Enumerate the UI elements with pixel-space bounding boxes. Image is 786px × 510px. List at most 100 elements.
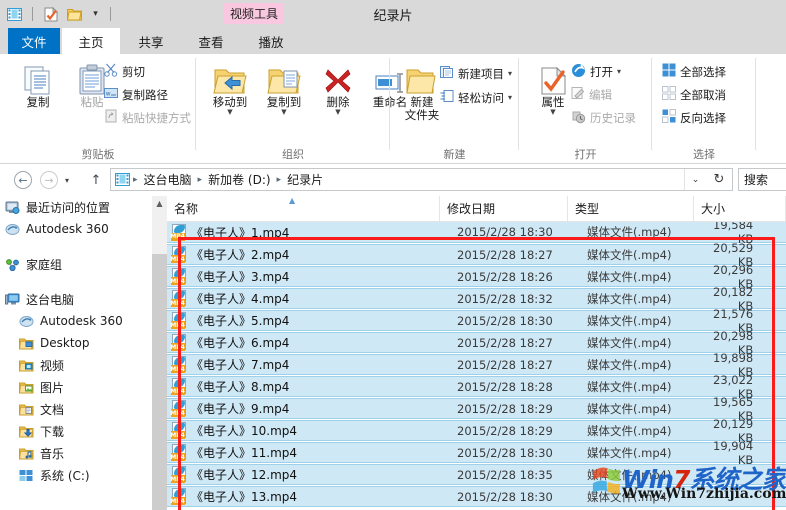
up-button[interactable]: ↑ xyxy=(87,170,105,190)
search-input[interactable]: 搜索 xyxy=(738,168,786,191)
copy-to-button[interactable]: 复制到 ▼ xyxy=(258,62,310,116)
copy-path-button[interactable]: w 复制路径 xyxy=(104,85,168,104)
file-name: 《电子人》1.mp4 xyxy=(191,225,290,240)
edit-button[interactable]: 编辑 xyxy=(571,85,612,104)
breadcrumb[interactable]: ▸ 这台电脑 ▸ 新加卷 (D:) ▸ 纪录片 ⌄ ↻ xyxy=(110,168,733,191)
new-folder-icon[interactable] xyxy=(65,5,84,24)
history-button[interactable]: 历史记录 xyxy=(571,108,636,127)
nav-item-autodesk-360-child[interactable]: Autodesk 360 xyxy=(0,310,152,332)
nav-item-this-pc[interactable]: 这台电脑 xyxy=(0,288,152,310)
video-folder-icon[interactable] xyxy=(5,5,24,24)
properties-caret[interactable]: ▼ xyxy=(550,109,555,116)
chevron-down-icon[interactable]: ⌄ xyxy=(684,169,706,190)
nav-item-autodesk-360[interactable]: Autodesk 360 xyxy=(0,218,152,240)
select-none-button[interactable]: 全部取消 xyxy=(662,85,726,104)
forward-button[interactable]: → xyxy=(40,171,58,189)
title-bar: ▾ 视频工具 纪录片 xyxy=(0,0,786,28)
tab-home[interactable]: 主页 xyxy=(62,28,120,54)
table-row[interactable]: MP4 《电子人》10.mp4 2015/2/28 18:29 媒体文件(.mp… xyxy=(167,417,786,445)
nav-item-recent-places[interactable]: 最近访问的位置 xyxy=(0,196,152,218)
file-type: 媒体文件(.mp4) xyxy=(587,445,672,460)
delete-button[interactable]: 删除 ▼ xyxy=(312,62,364,116)
back-button[interactable]: ← xyxy=(14,171,32,189)
new-item-caret[interactable]: ▾ xyxy=(508,69,512,78)
breadcrumb-item-drive-d[interactable]: 新加卷 (D:) xyxy=(205,171,273,188)
copy-to-caret[interactable]: ▼ xyxy=(281,109,286,116)
breadcrumb-separator-0[interactable]: ▸ xyxy=(132,175,139,185)
column-header-name[interactable]: ▲ 名称 xyxy=(167,196,440,221)
tab-share[interactable]: 共享 xyxy=(122,28,180,54)
delete-caret[interactable]: ▼ xyxy=(335,109,340,116)
column-header-type[interactable]: 类型 xyxy=(568,196,694,221)
table-row[interactable]: MP4 《电子人》7.mp4 2015/2/28 18:27 媒体文件(.mp4… xyxy=(167,351,786,379)
tab-file[interactable]: 文件 xyxy=(8,28,60,54)
nav-item-system-drive[interactable]: 系统 (C:) xyxy=(0,464,152,486)
select-all-button[interactable]: 全部选择 xyxy=(662,62,726,81)
breadcrumb-item-this-pc[interactable]: 这台电脑 xyxy=(141,171,195,188)
column-header-size[interactable]: 大小 xyxy=(694,196,786,221)
copy-path-icon: w xyxy=(104,86,118,103)
table-row[interactable]: MP4 《电子人》3.mp4 2015/2/28 18:26 媒体文件(.mp4… xyxy=(167,263,786,291)
cut-button[interactable]: 剪切 xyxy=(104,62,145,81)
mp4-file-icon: MP4 xyxy=(167,223,191,241)
paste-shortcut-button[interactable]: 粘贴快捷方式 xyxy=(104,108,191,127)
table-row[interactable]: MP4 《电子人》4.mp4 2015/2/28 18:32 媒体文件(.mp4… xyxy=(167,285,786,313)
nav-label: 下载 xyxy=(40,424,65,439)
table-row[interactable]: MP4 《电子人》1.mp4 2015/2/28 18:30 媒体文件(.mp4… xyxy=(167,222,786,246)
mp4-file-icon: MP4 xyxy=(167,466,191,483)
table-row[interactable]: MP4 《电子人》13.mp4 2015/2/28 18:30 媒体文件(.mp… xyxy=(167,486,786,507)
breadcrumb-item-current-folder[interactable]: 纪录片 xyxy=(284,171,326,188)
open-button[interactable]: 打开 ▾ xyxy=(571,62,621,81)
qat-divider-2 xyxy=(110,7,111,21)
nav-item-music[interactable]: 音乐 xyxy=(0,442,152,464)
paste-shortcut-icon xyxy=(104,109,118,126)
new-item-button[interactable]: 新建项目 ▾ xyxy=(440,64,512,83)
mp4-file-icon: MP4 xyxy=(167,290,191,307)
easy-access-button[interactable]: 轻松访问 ▾ xyxy=(440,88,512,107)
copy-to-icon xyxy=(267,62,301,96)
breadcrumb-separator-1[interactable]: ▸ xyxy=(197,175,204,185)
nav-item-pictures[interactable]: 图片 xyxy=(0,376,152,398)
column-label: 名称 xyxy=(174,202,199,216)
column-header-date-modified[interactable]: 修改日期 xyxy=(440,196,568,221)
scrollbar-thumb[interactable] xyxy=(152,254,167,510)
breadcrumb-root-icon[interactable] xyxy=(115,173,130,186)
table-row[interactable]: MP4 《电子人》2.mp4 2015/2/28 18:27 媒体文件(.mp4… xyxy=(167,241,786,269)
contextual-tab-label: 视频工具 xyxy=(224,3,284,24)
table-row[interactable]: MP4 《电子人》5.mp4 2015/2/28 18:30 媒体文件(.mp4… xyxy=(167,307,786,335)
cut-label: 剪切 xyxy=(122,64,145,79)
move-to-button[interactable]: 移动到 ▼ xyxy=(204,62,256,116)
tab-view[interactable]: 查看 xyxy=(182,28,240,54)
copy-button[interactable]: 复制 xyxy=(12,62,64,109)
move-to-caret[interactable]: ▼ xyxy=(227,109,232,116)
delete-icon xyxy=(323,62,353,96)
tab-play[interactable]: 播放 xyxy=(242,28,300,54)
nav-item-videos[interactable]: 视频 xyxy=(0,354,152,376)
open-label: 打开 xyxy=(590,64,613,79)
open-caret[interactable]: ▾ xyxy=(617,67,621,76)
invert-selection-button[interactable]: 反向选择 xyxy=(662,108,726,127)
table-row[interactable]: MP4 《电子人》9.mp4 2015/2/28 18:29 媒体文件(.mp4… xyxy=(167,395,786,423)
breadcrumb-separator-2[interactable]: ▸ xyxy=(276,175,283,185)
nav-item-downloads[interactable]: 下载 xyxy=(0,420,152,442)
nav-item-desktop[interactable]: Desktop xyxy=(0,332,152,354)
group-divider-5 xyxy=(755,58,756,150)
table-row[interactable]: MP4 《电子人》11.mp4 2015/2/28 18:30 媒体文件(.mp… xyxy=(167,439,786,467)
properties-icon[interactable] xyxy=(41,5,60,24)
recent-locations-button[interactable]: ▾ xyxy=(59,171,75,189)
nav-item-homegroup[interactable]: 家庭组 xyxy=(0,253,152,275)
sort-ascending-icon: ▲ xyxy=(289,196,296,205)
easy-access-caret[interactable]: ▾ xyxy=(508,93,512,102)
table-row[interactable]: MP4 《电子人》6.mp4 2015/2/28 18:27 媒体文件(.mp4… xyxy=(167,329,786,357)
refresh-icon[interactable]: ↻ xyxy=(707,169,731,190)
table-row[interactable]: MP4 《电子人》8.mp4 2015/2/28 18:28 媒体文件(.mp4… xyxy=(167,373,786,401)
scroll-up-arrow-icon[interactable]: ▲ xyxy=(152,196,167,211)
scissors-icon xyxy=(104,63,118,80)
column-headers: ▲ 名称 修改日期 类型 大小 xyxy=(167,196,786,222)
select-all-icon xyxy=(662,63,676,80)
nav-item-documents[interactable]: 文档 xyxy=(0,398,152,420)
nav-pane-scrollbar[interactable]: ▲ xyxy=(152,196,167,510)
this-pc-icon xyxy=(4,291,21,307)
customize-qat-caret[interactable]: ▾ xyxy=(89,5,102,24)
table-row[interactable]: MP4 《电子人》12.mp4 2015/2/28 18:35 媒体文件(.mp… xyxy=(167,464,786,485)
